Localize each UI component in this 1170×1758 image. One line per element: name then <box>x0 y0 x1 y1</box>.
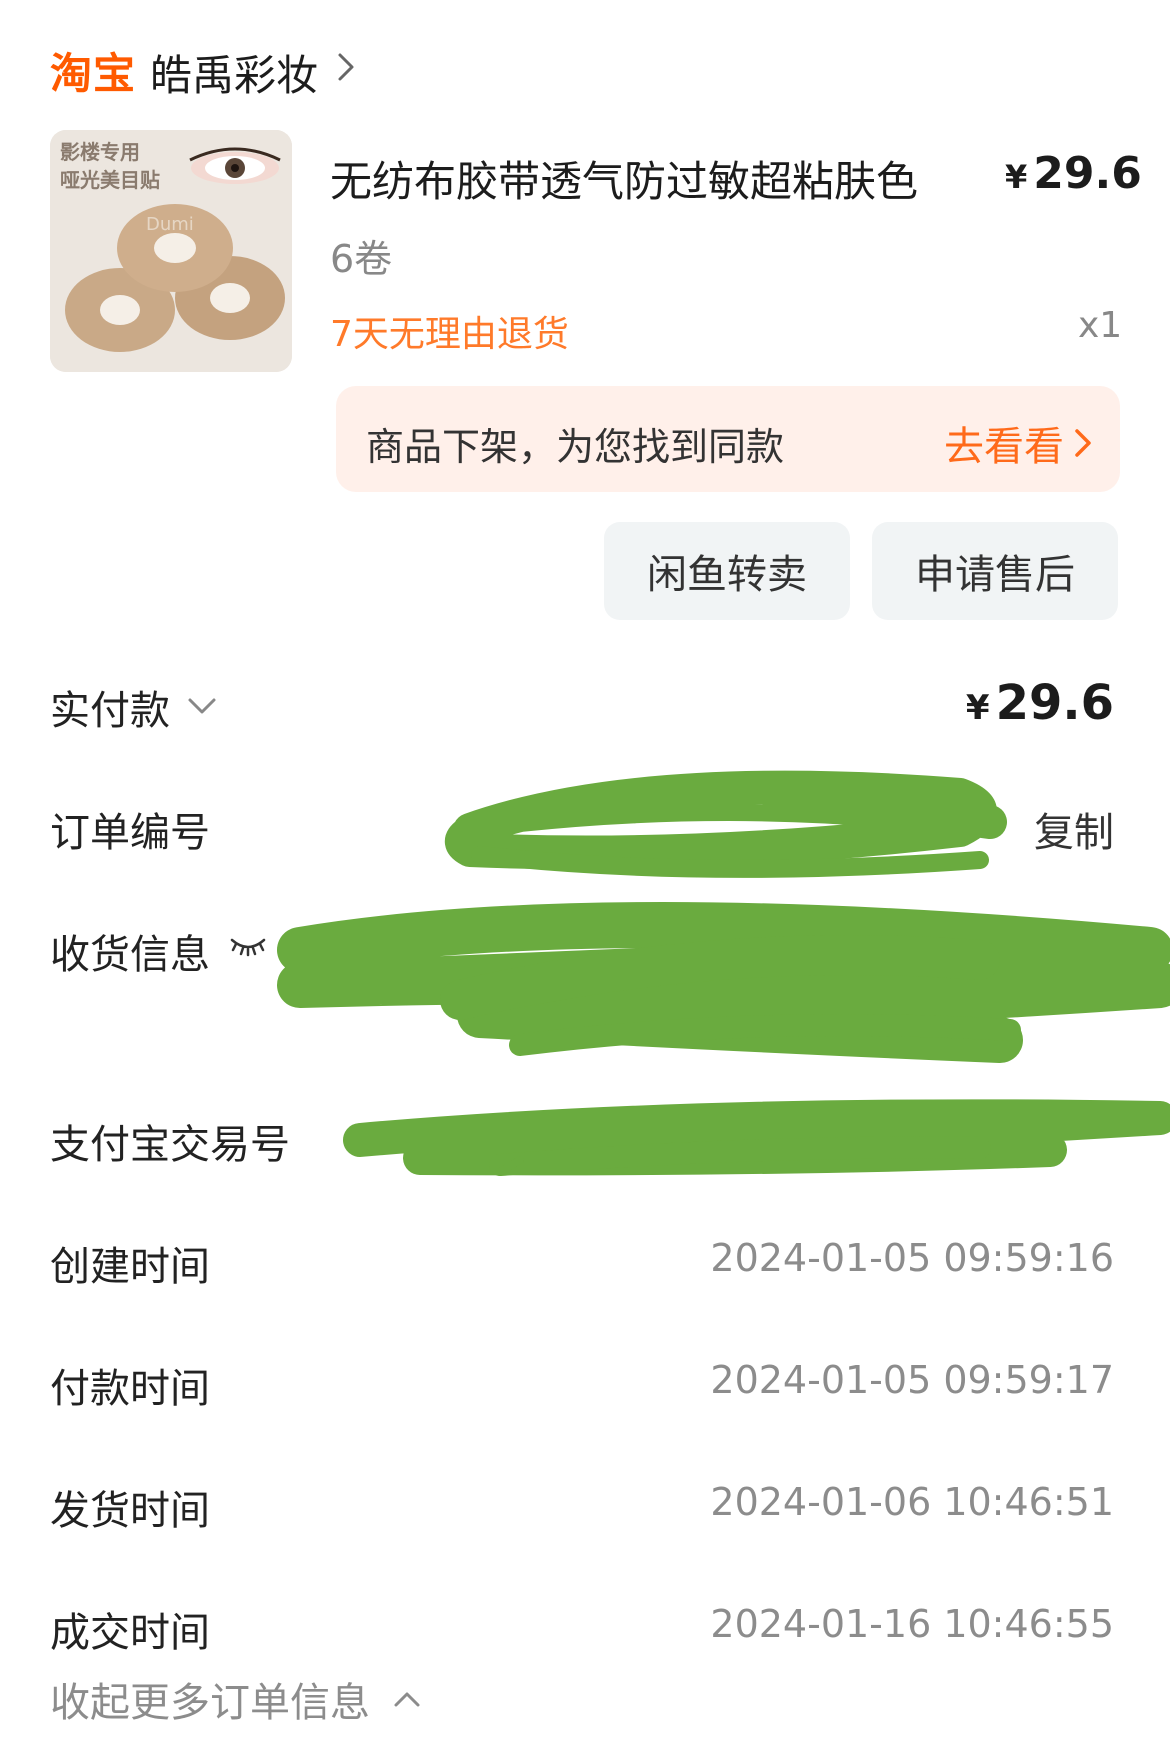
delisted-banner[interactable]: 商品下架，为您找到同款 去看看 <box>336 386 1120 492</box>
completed-time-label: 成交时间 <box>50 1610 210 1656</box>
product-quantity: x1 <box>1078 305 1123 346</box>
paid-amount: ¥29.6 <box>966 675 1114 731</box>
copy-button[interactable]: 复制 <box>1034 800 1114 858</box>
paid-time-value: 2024-01-05 09:59:17 <box>710 1358 1114 1402</box>
shipped-time-label: 发货时间 <box>50 1488 210 1534</box>
shop-name[interactable]: 皓禹彩妆 <box>150 42 318 103</box>
created-time-label: 创建时间 <box>50 1244 210 1290</box>
chevron-right-icon <box>1075 429 1091 457</box>
see-similar-label: 去看看 <box>944 424 1064 470</box>
thumb-label-line2: 哑光美目贴 <box>60 168 160 192</box>
created-time-value: 2024-01-05 09:59:16 <box>710 1236 1114 1280</box>
return-policy-badge: 7天无理由退货 <box>330 314 569 355</box>
product-price-value: 29.6 <box>1033 148 1142 199</box>
chevron-up-icon <box>394 1692 420 1707</box>
product-title[interactable]: 无纺布胶带透气防过敏超粘肤色 <box>330 148 918 209</box>
completed-time-value: 2024-01-16 10:46:55 <box>710 1602 1114 1646</box>
thumb-label-line1: 影楼专用 <box>60 140 140 164</box>
chevron-down-icon[interactable] <box>186 692 218 720</box>
banner-text: 商品下架，为您找到同款 <box>366 425 785 469</box>
paid-amount-value: 29.6 <box>995 675 1114 731</box>
svg-text:Dumi: Dumi <box>146 214 194 235</box>
after-sale-button[interactable]: 申请售后 <box>872 522 1118 620</box>
currency-symbol: ¥ <box>965 688 990 728</box>
shipped-time-value: 2024-01-06 10:46:51 <box>710 1480 1114 1524</box>
collapse-label: 收起更多订单信息 <box>50 1680 370 1726</box>
shipping-info-label: 收货信息 <box>50 932 210 978</box>
paid-amount-label[interactable]: 实付款 <box>50 678 170 736</box>
paid-time-label: 付款时间 <box>50 1366 210 1412</box>
currency-symbol: ¥ <box>1005 158 1028 196</box>
resell-button[interactable]: 闲鱼转卖 <box>604 522 850 620</box>
taobao-logo: 淘宝 <box>50 49 137 98</box>
order-number-label: 订单编号 <box>50 810 210 856</box>
product-thumbnail[interactable]: Dumi 影楼专用 哑光美目贴 <box>50 130 292 372</box>
collapse-order-info-link[interactable]: 收起更多订单信息 <box>50 1670 422 1728</box>
product-spec: 6卷 <box>330 237 393 281</box>
product-price: ¥29.6 <box>1005 148 1142 199</box>
see-similar-link[interactable]: 去看看 <box>944 414 1092 472</box>
chevron-right-icon[interactable] <box>332 50 360 84</box>
alipay-trade-label: 支付宝交易号 <box>50 1122 290 1168</box>
eye-closed-icon[interactable] <box>228 930 268 960</box>
